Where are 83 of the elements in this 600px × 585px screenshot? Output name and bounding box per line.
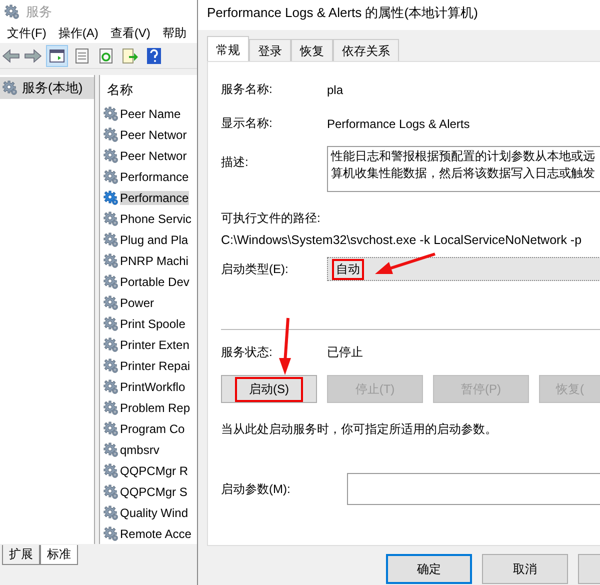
service-name[interactable]: Remote Acce	[120, 526, 192, 541]
service-name[interactable]: Quality Wind	[120, 506, 188, 520]
dialog-button[interactable]: 确定	[386, 554, 472, 584]
gear-icon	[103, 190, 119, 206]
gear-icon	[103, 526, 119, 542]
export-icon[interactable]	[120, 46, 140, 66]
column-header[interactable]: 名称	[100, 75, 197, 104]
menu-item[interactable]: 帮助	[162, 24, 186, 42]
gear-icon	[2, 80, 18, 96]
gear-icon	[103, 252, 119, 269]
service-name[interactable]: Phone Servic	[120, 212, 192, 226]
service-name[interactable]: Peer Networ	[120, 128, 187, 142]
description-box[interactable]: 性能日志和警报根据预配置的计划参数从本地或远 算机收集性能数据，然后将该数据写入日志或触发	[327, 146, 600, 192]
dialog-title: Performance Logs & Alerts 的属性(本地计算机)	[198, 0, 600, 30]
gear-icon	[103, 420, 119, 437]
service-name[interactable]: Program Co	[120, 422, 185, 436]
service-name[interactable]: PrintWorkflo	[120, 380, 186, 394]
help-icon[interactable]	[144, 46, 164, 66]
path-value: C:\Windows\System32\svchost.exe -k LocalServiceNoNetwork -p	[221, 233, 582, 247]
service-name[interactable]: QQPCMgr S	[120, 484, 188, 499]
back-icon[interactable]	[2, 48, 20, 63]
service-name[interactable]: Portable Dev	[120, 274, 190, 289]
field-label: 显示名称:	[221, 115, 274, 132]
tab[interactable]: 登录	[249, 39, 291, 61]
gear-icon	[103, 232, 119, 248]
gear-icon	[103, 484, 119, 500]
field-label: 服务状态:	[221, 344, 274, 361]
gear-icon	[103, 462, 119, 479]
tab[interactable]: 常规	[207, 36, 249, 61]
window-title: 服务	[26, 2, 52, 21]
gear-icon	[103, 358, 119, 374]
hint-text: 当从此处启动服务时，你可指定所适用的启动参数。	[221, 421, 497, 438]
gear-icon	[103, 504, 119, 521]
gear-icon	[103, 400, 119, 416]
field-label: 服务名称:	[221, 81, 274, 98]
menu-item[interactable]: 文件(F)	[7, 24, 46, 42]
gear-icon	[103, 294, 119, 311]
tab[interactable]: 依存关系	[333, 39, 399, 61]
service-name[interactable]: Printer Repai	[120, 358, 190, 373]
display-name-value: Performance Logs & Alerts	[327, 116, 470, 130]
service-name-value: pla	[327, 82, 344, 96]
menu-item[interactable]: 操作(A)	[58, 24, 98, 42]
service-name[interactable]: qmbsrv	[120, 442, 160, 457]
status-value: 已停止	[327, 344, 363, 361]
field-label: 描述:	[221, 154, 250, 171]
gear-icon	[103, 126, 119, 143]
gear-icon	[103, 274, 119, 290]
tab[interactable]: 恢复	[291, 39, 333, 61]
gear-icon	[4, 4, 20, 20]
annotation-arrow	[278, 316, 294, 376]
gear-icon	[103, 378, 119, 395]
tree-item[interactable]: 服务(本地)	[0, 77, 94, 100]
gear-icon	[103, 106, 119, 122]
start-params-field[interactable]	[347, 473, 600, 505]
service-name[interactable]: Performance	[120, 170, 189, 184]
pane-toggle-button[interactable]	[46, 44, 68, 67]
gear-icon	[103, 316, 119, 332]
gear-icon	[103, 148, 119, 164]
service-name[interactable]: PNRP Machi	[120, 254, 188, 268]
gear-icon	[103, 210, 119, 227]
service-name[interactable]: Print Spoole	[120, 316, 186, 331]
forward-icon[interactable]	[24, 48, 42, 63]
service-name[interactable]: Peer Name	[120, 106, 181, 121]
service-name[interactable]: Problem Rep	[120, 400, 190, 415]
field-label: 可执行文件的路径:	[221, 210, 320, 227]
field-label: 启动类型(E):	[221, 260, 290, 278]
service-name[interactable]: Power	[120, 296, 154, 310]
service-name[interactable]: Plug and Pla	[120, 232, 188, 247]
service-name[interactable]: Peer Networ	[120, 148, 187, 163]
gear-icon	[103, 442, 119, 458]
view-tab[interactable]: 标准	[40, 545, 78, 566]
gear-icon	[103, 168, 119, 185]
menu-item[interactable]: 查看(V)	[110, 24, 150, 42]
dialog-button[interactable]: 取消	[482, 554, 568, 584]
startup-type-dropdown[interactable]: 自动	[327, 257, 600, 281]
service-name[interactable]: Printer Exten	[120, 338, 190, 352]
gear-icon	[103, 336, 119, 353]
annotation-arrow	[373, 252, 437, 277]
field-label: 启动参数(M):	[221, 480, 292, 498]
view-tab[interactable]: 扩展	[2, 545, 40, 566]
service-name[interactable]: Performance	[120, 190, 189, 205]
service-button[interactable]: 启动(S)	[221, 375, 317, 403]
service-name[interactable]: QQPCMgr R	[120, 464, 188, 478]
